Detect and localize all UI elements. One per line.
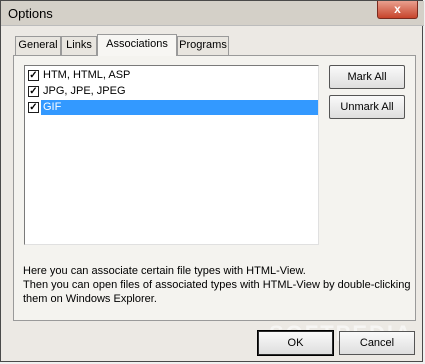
- list-item[interactable]: ✓ HTM, HTML, ASP: [26, 68, 317, 84]
- checkbox[interactable]: ✓: [28, 70, 39, 81]
- cancel-button[interactable]: Cancel: [339, 331, 415, 355]
- tab-general[interactable]: General: [15, 36, 61, 55]
- title-bar[interactable]: Options x: [1, 1, 424, 26]
- description-text: Here you can associate certain file type…: [23, 264, 411, 306]
- tab-links[interactable]: Links: [61, 36, 97, 55]
- mark-all-button[interactable]: Mark All: [329, 65, 405, 89]
- list-item-label: GIF: [41, 100, 318, 115]
- window-title: Options: [8, 6, 53, 21]
- unmark-all-label: Unmark All: [340, 101, 394, 113]
- file-type-list[interactable]: ✓ HTM, HTML, ASP ✓ JPG, JPE, JPEG ✓ GIF: [24, 65, 319, 245]
- options-dialog: Options x General Links Associations Pro…: [0, 0, 424, 362]
- list-item-label: JPG, JPE, JPEG: [43, 85, 126, 97]
- tab-associations[interactable]: Associations: [97, 34, 177, 56]
- mark-all-label: Mark All: [347, 71, 387, 83]
- close-button[interactable]: x: [377, 1, 418, 19]
- description-line: Here you can associate certain file type…: [23, 265, 306, 277]
- unmark-all-button[interactable]: Unmark All: [329, 95, 405, 119]
- list-item-selected[interactable]: ✓ GIF: [26, 100, 318, 116]
- tab-programs[interactable]: Programs: [177, 36, 229, 55]
- list-item-label: HTM, HTML, ASP: [43, 69, 131, 81]
- checkbox[interactable]: ✓: [28, 86, 39, 97]
- close-icon: x: [394, 2, 401, 16]
- ok-button[interactable]: OK: [257, 330, 334, 356]
- list-item[interactable]: ✓ JPG, JPE, JPEG: [26, 84, 317, 100]
- checkbox[interactable]: ✓: [28, 102, 39, 113]
- ok-label: OK: [287, 337, 304, 349]
- description-line: them on Windows Explorer.: [23, 293, 157, 305]
- cancel-label: Cancel: [359, 337, 395, 349]
- description-line: Then you can open files of associated ty…: [23, 279, 411, 291]
